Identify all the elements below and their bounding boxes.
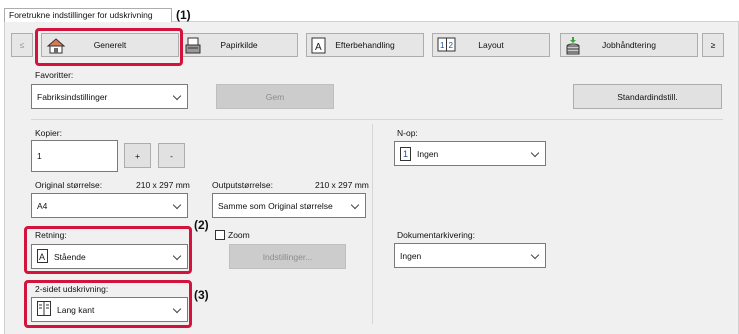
chevron-down-icon	[530, 250, 540, 260]
original-size-select[interactable]: A4	[31, 193, 188, 218]
favorites-value: Fabriksindstillinger	[37, 91, 108, 102]
doc-filing-label: Dokumentarkivering:	[397, 230, 475, 240]
column-divider	[372, 124, 373, 324]
single-page-icon: 1	[400, 146, 411, 161]
chevron-down-icon	[530, 148, 540, 158]
doc-filing-value: Ingen	[400, 250, 422, 261]
nup-select[interactable]: 1 Ingen	[394, 141, 546, 166]
two-up-layout-icon: 1 2	[437, 37, 457, 55]
favorites-select[interactable]: Fabriksindstillinger	[31, 84, 188, 109]
output-size-value: Samme som Original størrelse	[218, 200, 333, 211]
favorites-label: Favoritter:	[35, 70, 74, 80]
category-job-handling-button[interactable]: Jobhåndtering	[560, 33, 698, 57]
zoom-label: Zoom	[228, 230, 250, 240]
scroll-right-button[interactable]: ≥	[702, 33, 724, 57]
original-size-label: Original størrelse:	[35, 180, 103, 190]
letter-a-page-icon: A	[311, 37, 327, 57]
category-paper-source-button[interactable]: Papirkilde	[180, 33, 298, 57]
chevron-down-icon	[172, 91, 182, 101]
highlight-box-duplex	[24, 280, 192, 328]
output-size-label: Outputstørrelse:	[212, 180, 273, 190]
copies-decrement-button[interactable]: -	[158, 143, 185, 168]
job-storage-icon	[565, 37, 581, 59]
copies-label: Kopier:	[35, 128, 62, 138]
defaults-button[interactable]: Standardindstill.	[573, 84, 722, 109]
output-size-select[interactable]: Samme som Original størrelse	[212, 193, 366, 218]
output-size-dims: 210 x 297 mm	[315, 180, 369, 190]
callout-1: (1)	[176, 8, 191, 22]
copies-increment-button[interactable]: +	[124, 143, 151, 168]
zoom-settings-button[interactable]: Indstillinger...	[229, 244, 346, 269]
chevron-down-icon	[172, 200, 182, 210]
svg-text:2: 2	[449, 41, 454, 50]
copies-value: 1	[37, 151, 42, 161]
tab-title[interactable]: Foretrukne indstillinger for udskrivning	[4, 8, 172, 22]
zoom-checkbox[interactable]	[215, 230, 225, 240]
svg-text:A: A	[315, 42, 322, 53]
nup-value: Ingen	[417, 148, 439, 159]
original-size-value: A4	[37, 200, 48, 211]
highlight-box-general	[35, 28, 183, 66]
original-size-dims: 210 x 297 mm	[136, 180, 190, 190]
save-favorite-button[interactable]: Gem	[216, 84, 334, 109]
svg-text:1: 1	[440, 41, 445, 50]
paper-tray-icon	[185, 37, 201, 57]
highlight-box-orientation	[24, 226, 192, 274]
category-finishing-button[interactable]: A Efterbehandling	[306, 33, 424, 57]
callout-3: (3)	[194, 288, 209, 302]
scroll-left-button[interactable]: ≤	[11, 33, 33, 57]
chevron-down-icon	[350, 200, 360, 210]
copies-input[interactable]: 1	[31, 140, 118, 172]
callout-2: (2)	[194, 218, 209, 232]
section-divider	[31, 119, 723, 120]
doc-filing-select[interactable]: Ingen	[394, 243, 546, 268]
nup-label: N-op:	[397, 128, 418, 138]
category-layout-button[interactable]: 1 2 Layout	[432, 33, 550, 57]
